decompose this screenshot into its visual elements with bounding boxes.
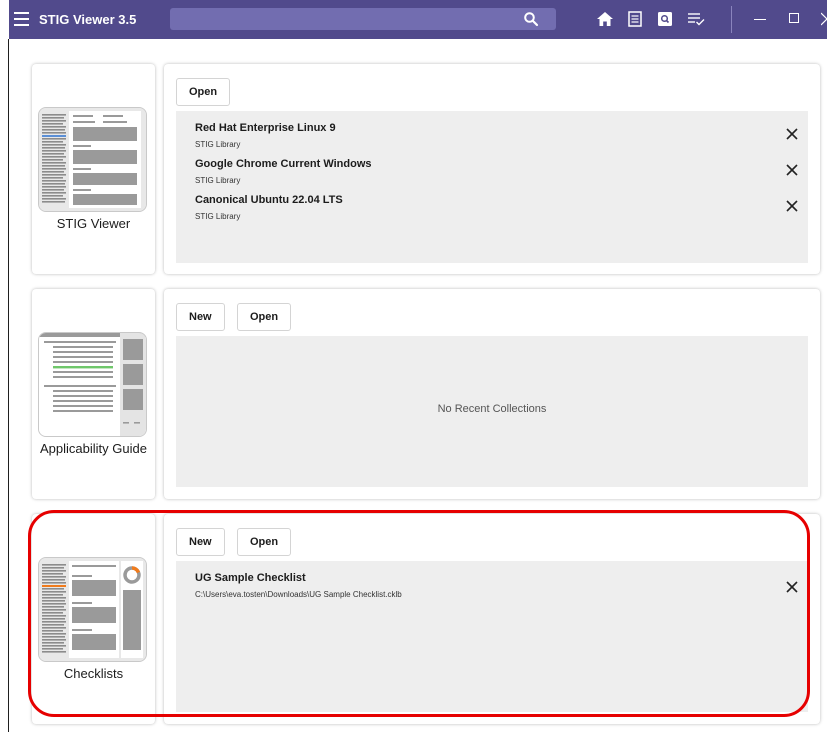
stig-viewer-label: STIG Viewer [56,216,131,231]
checklists-tile[interactable]: Checklists [32,514,155,724]
list-item-title: UG Sample Checklist [195,572,306,584]
list-item-subtitle: STIG Library [195,140,241,149]
list-item[interactable]: UG Sample Checklist C:\Users\eva.tosten\… [195,572,808,604]
applicability-guide-panel: New Open No Recent Collections [164,289,820,499]
list-item-subtitle: STIG Library [195,176,241,185]
applicability-guide-thumbnail [38,332,147,437]
checklist-icon[interactable] [687,11,705,27]
checklists-thumbnail [38,557,147,662]
checklists-label: Checklists [63,666,124,681]
remove-item-icon[interactable] [786,128,798,140]
list-item-title: Canonical Ubuntu 22.04 LTS [195,194,343,206]
recent-stigs-list: Red Hat Enterprise Linux 9 STIG Library … [176,111,808,263]
app-title: STIG Viewer 3.5 [39,12,137,27]
maximize-icon[interactable] [789,13,799,23]
list-item[interactable]: Google Chrome Current Windows STIG Libra… [195,158,808,190]
remove-item-icon[interactable] [786,200,798,212]
stig-viewer-thumbnail [38,107,147,212]
stig-viewer-tile[interactable]: STIG Viewer [32,64,155,274]
search-input[interactable] [170,8,556,30]
checklists-panel: New Open UG Sample Checklist C:\Users\ev… [164,514,820,724]
recent-collections-list: No Recent Collections [176,336,808,487]
list-item-title: Red Hat Enterprise Linux 9 [195,122,336,134]
close-icon[interactable] [821,12,827,26]
applicability-guide-tile[interactable]: Applicability Guide [32,289,155,499]
new-collection-button[interactable]: New [176,303,225,331]
list-item[interactable]: Canonical Ubuntu 22.04 LTS STIG Library [195,194,808,226]
list-item-subtitle: C:\Users\eva.tosten\Downloads\UG Sample … [195,590,402,599]
find-icon[interactable] [656,11,674,27]
empty-state-message: No Recent Collections [437,403,547,415]
search-icon[interactable] [523,11,539,27]
open-collection-button[interactable]: Open [237,303,292,331]
new-checklist-button[interactable]: New [176,528,225,556]
stig-viewer-panel: Open Red Hat Enterprise Linux 9 STIG Lib… [164,64,820,274]
applicability-guide-label: Applicability Guide [40,441,147,456]
open-stig-button[interactable]: Open [176,78,231,106]
library-icon[interactable] [626,11,644,27]
minimize-icon[interactable] [754,19,766,20]
window-controls-divider [731,6,732,33]
title-bar: STIG Viewer 3.5 [9,0,827,39]
window-edge [8,39,9,732]
list-item[interactable]: Red Hat Enterprise Linux 9 STIG Library [195,122,808,154]
remove-item-icon[interactable] [786,164,798,176]
app-window: STIG Viewer 3.5 STIG Viewer Open Red Hat… [0,0,827,732]
home-icon[interactable] [596,11,614,27]
list-item-title: Google Chrome Current Windows [195,158,372,170]
list-item-subtitle: STIG Library [195,212,241,221]
open-checklist-button[interactable]: Open [237,528,292,556]
menu-icon[interactable] [14,12,29,26]
remove-item-icon[interactable] [786,581,798,593]
recent-checklists-list: UG Sample Checklist C:\Users\eva.tosten\… [176,561,808,712]
